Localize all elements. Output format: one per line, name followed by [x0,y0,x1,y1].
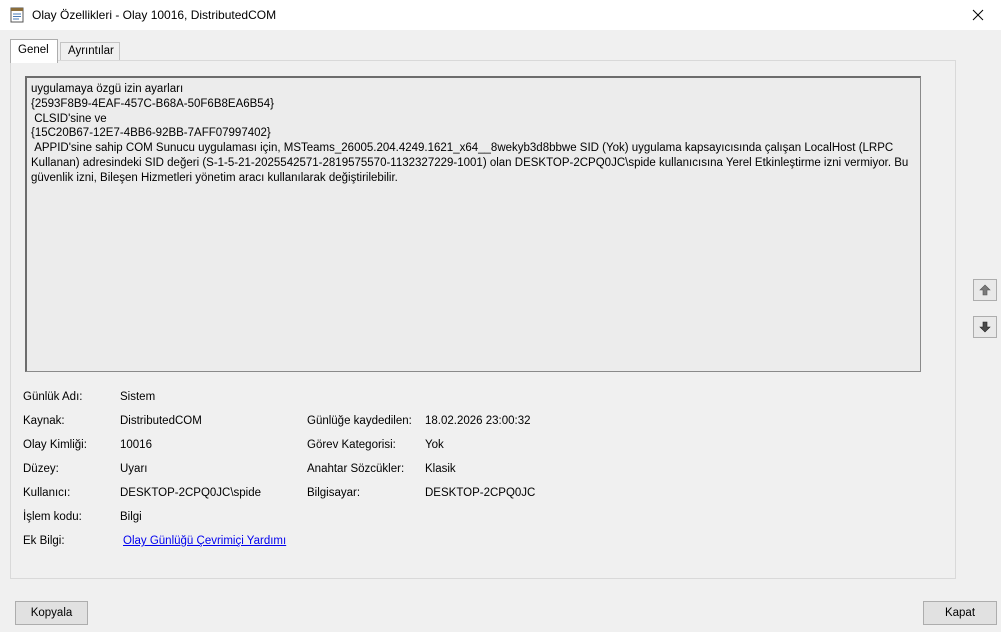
logged-label: Günlüğe kaydedilen: [307,415,412,427]
tab-ayrintilar[interactable]: Ayrıntılar [60,42,120,62]
log-name-label: Günlük Adı: [23,391,83,403]
arrow-up-icon [979,284,991,296]
description-line: APPID'sine sahip COM Sunucu uygulaması i… [31,142,912,184]
opcode-label: İşlem kodu: [23,511,82,523]
description-line: {15C20B67-12E7-4BB6-92BB-7AFF07997402} [31,127,271,140]
computer-value: DESKTOP-2CPQ0JC [425,487,536,499]
source-value: DistributedCOM [120,415,202,427]
task-category-label: Görev Kategorisi: [307,439,396,451]
description-line: {2593F8B9-4EAF-457C-B68A-50F6B8EA6B54} [31,97,274,110]
arrow-down-icon [979,321,991,333]
description-line: uygulamaya özgü izin ayarları [31,83,184,95]
previous-event-button[interactable] [973,279,997,301]
title-bar: Olay Özellikleri - Olay 10016, Distribut… [0,0,1001,30]
tab-genel[interactable]: Genel [10,39,58,63]
keywords-value: Klasik [425,463,456,475]
copy-button[interactable]: Kopyala [15,601,88,625]
source-label: Kaynak: [23,415,65,427]
computer-label: Bilgisayar: [307,487,361,499]
close-button-label: Kapat [944,607,976,619]
description-line: CLSID'sine ve [31,112,107,125]
event-viewer-icon [10,7,24,23]
close-window-button[interactable] [955,0,1001,30]
tab-genel-label: Genel [18,44,49,56]
event-description[interactable]: uygulamaya özgü izin ayarları {2593F8B9-… [25,76,921,372]
event-id-label: Olay Kimliği: [23,439,87,451]
copy-button-label: Kopyala [30,607,73,619]
close-button[interactable]: Kapat [923,601,997,625]
opcode-value: Bilgi [120,511,142,523]
event-id-value: 10016 [120,439,152,451]
keywords-label: Anahtar Sözcükler: [307,463,405,475]
user-label: Kullanıcı: [23,487,71,499]
window-title: Olay Özellikleri - Olay 10016, Distribut… [32,8,277,22]
log-name-value: Sistem [120,391,156,403]
online-help-link[interactable]: Olay Günlüğü Çevrimiçi Yardımı [123,535,286,547]
next-event-button[interactable] [973,316,997,338]
close-icon [972,9,984,21]
more-info-label: Ek Bilgi: [23,535,65,547]
task-category-value: Yok [425,439,444,451]
level-value: Uyarı [120,463,148,475]
logged-value: 18.02.2026 23:00:32 [425,415,531,427]
tab-ayrintilar-label: Ayrıntılar [68,45,114,57]
level-label: Düzey: [23,463,59,475]
user-value: DESKTOP-2CPQ0JC\spide [120,487,262,499]
